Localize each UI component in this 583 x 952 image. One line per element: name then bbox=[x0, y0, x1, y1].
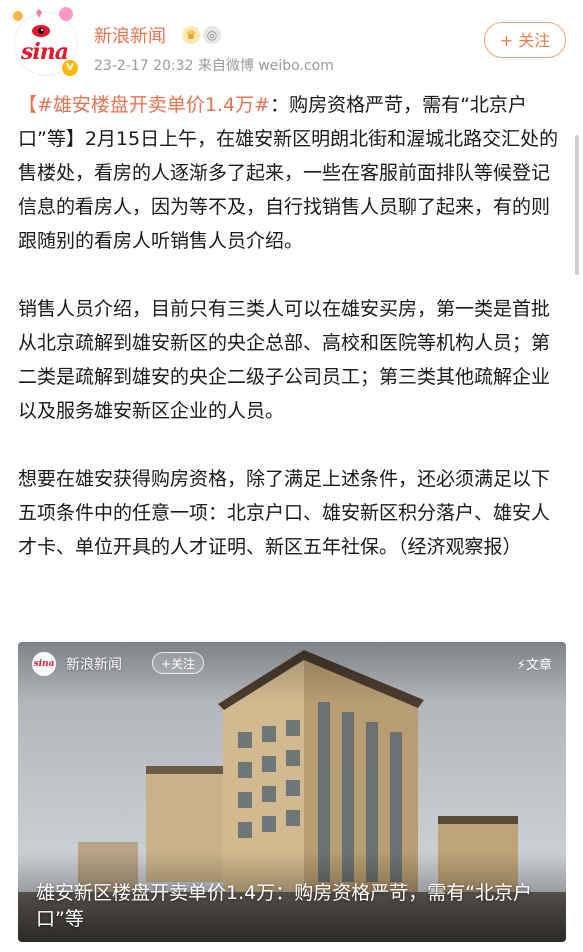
topic-link[interactable]: 【#雄安楼盘开卖单价1.4万# bbox=[18, 94, 270, 116]
paragraph-3: 想要在雄安获得购房资格，除了满足上述条件，还必须满足以下五项条件中的任意一项：北… bbox=[18, 468, 551, 558]
author-badges: ♛ ◎ bbox=[182, 24, 224, 44]
card-follow-button[interactable]: +关注 bbox=[152, 652, 204, 674]
paragraph-1: 【#雄安楼盘开卖单价1.4万#：购房资格严苛，需有“北京户口”等】2月15日上午… bbox=[18, 88, 566, 258]
card-source-logo: sina bbox=[32, 652, 56, 676]
verified-icon: V bbox=[60, 58, 80, 78]
post-body: 【#雄安楼盘开卖单价1.4万#：购房资格严苛，需有“北京户口”等】2月15日上午… bbox=[18, 88, 566, 564]
crown-icon: ♛ bbox=[182, 25, 200, 44]
card-source-name[interactable]: 新浪新闻 bbox=[66, 654, 122, 674]
post-meta: 23-2-17 20:32 来自微博 weibo.com bbox=[94, 58, 334, 74]
scrollbar[interactable] bbox=[575, 135, 579, 275]
article-card[interactable]: sina 新浪新闻 +关注 ⚡文章 雄安新区楼盘开卖单价1.4万：购房资格严苛，… bbox=[18, 642, 566, 942]
decor-hearts-icon bbox=[13, 7, 73, 21]
card-type-label: ⚡文章 bbox=[516, 658, 552, 673]
post-header: sina V 新浪新闻 ♛ ◎ 23-2-17 20:32 来自微博 weibo.… bbox=[0, 0, 583, 88]
author-name[interactable]: 新浪新闻 bbox=[94, 22, 166, 48]
card-title[interactable]: 雄安新区楼盘开卖单价1.4万：购房资格严苛，需有“北京户口”等 bbox=[36, 880, 556, 932]
follow-button[interactable]: + 关注 bbox=[484, 22, 566, 58]
paragraph-2: 销售人员介绍，目前只有三类人可以在雄安买房，第一类是首批从北京疏解到雄安新区的央… bbox=[18, 298, 551, 422]
card-header: sina 新浪新闻 +关注 ⚡文章 bbox=[18, 642, 566, 686]
medal-icon: ◎ bbox=[203, 25, 221, 44]
paragraph-1-text: ：购房资格严苛，需有“北京户口”等】2月15日上午，在雄安新区明朗北街和渥城北路… bbox=[18, 94, 559, 252]
